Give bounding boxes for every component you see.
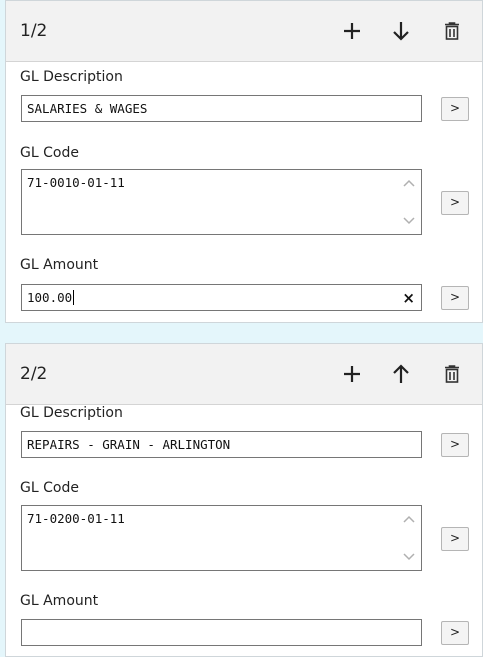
entry-counter: 2/2 [20, 364, 48, 384]
gl-code-label: GL Code [20, 480, 79, 496]
gl-description-input[interactable]: SALARIES & WAGES [21, 95, 422, 122]
gl-amount-label: GL Amount [20, 257, 99, 273]
card-header: 1/2 [6, 1, 482, 62]
add-entry-button[interactable] [334, 356, 370, 392]
add-entry-button[interactable] [334, 13, 370, 49]
gl-amount-lookup-button[interactable]: > [441, 286, 469, 310]
delete-icon [445, 22, 459, 40]
gl-description-label: GL Description [20, 69, 123, 85]
delete-icon [445, 365, 459, 383]
gl-amount-label: GL Amount [20, 593, 99, 609]
move-down-icon [393, 22, 409, 41]
gl-code-value: 71-0200-01-11 [27, 511, 125, 526]
gl-description-input[interactable]: REPAIRS - GRAIN - ARLINGTON [21, 431, 422, 458]
gl-code-lookup-button[interactable]: > [441, 191, 469, 215]
gl-code-textarea[interactable]: 71-0010-01-11 [21, 169, 422, 235]
move-up-button[interactable] [383, 356, 419, 392]
gl-entry-card-1: 1/2 GL Description SALARIES & WAGES > GL… [5, 0, 483, 323]
gl-code-textarea[interactable]: 71-0200-01-11 [21, 505, 422, 571]
card-header: 2/2 [6, 344, 482, 405]
gl-description-lookup-button[interactable]: > [441, 433, 469, 457]
delete-entry-button[interactable] [434, 356, 470, 392]
gl-description-label: GL Description [20, 405, 123, 421]
delete-entry-button[interactable] [434, 13, 470, 49]
gl-description-value: SALARIES & WAGES [27, 101, 148, 116]
entry-counter: 1/2 [20, 21, 48, 41]
gl-description-lookup-button[interactable]: > [441, 97, 469, 121]
gl-amount-input[interactable]: 100.00 × [21, 284, 422, 311]
scroll-up-icon[interactable] [402, 514, 416, 524]
scroll-down-icon[interactable] [402, 552, 416, 562]
clear-icon[interactable]: × [402, 289, 415, 307]
gl-code-lookup-button[interactable]: > [441, 527, 469, 551]
gl-code-label: GL Code [20, 145, 79, 161]
gl-entry-card-2: 2/2 GL Description REPAIRS - GRAIN - ARL… [5, 343, 483, 657]
move-up-icon [393, 364, 409, 383]
gl-description-value: REPAIRS - GRAIN - ARLINGTON [27, 437, 231, 452]
scroll-up-icon[interactable] [402, 178, 416, 188]
add-icon [344, 366, 360, 382]
text-caret [73, 290, 75, 305]
gl-amount-lookup-button[interactable]: > [441, 621, 469, 645]
scroll-down-icon[interactable] [402, 216, 416, 226]
gl-amount-input[interactable] [21, 619, 422, 646]
gl-amount-value: 100.00 [27, 290, 73, 305]
gl-code-value: 71-0010-01-11 [27, 175, 125, 190]
move-down-button[interactable] [383, 13, 419, 49]
add-icon [344, 23, 360, 39]
